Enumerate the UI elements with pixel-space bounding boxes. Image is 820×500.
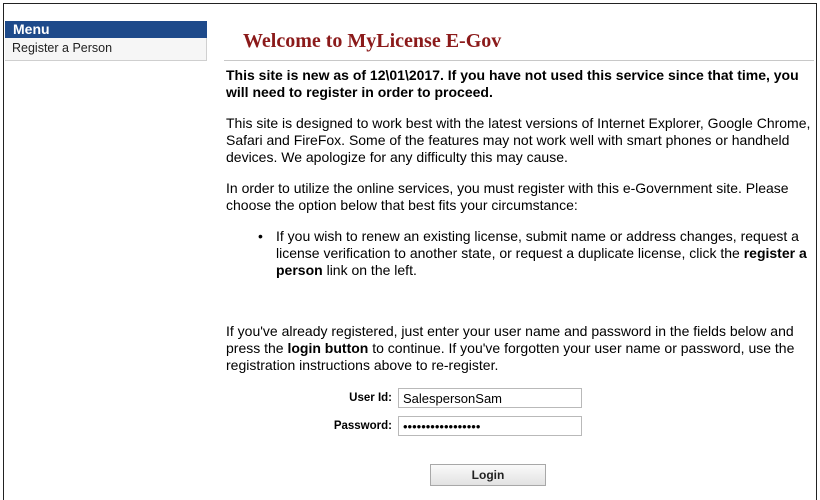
- bullet-text-after: link on the left.: [322, 262, 417, 278]
- user-id-input[interactable]: [398, 388, 582, 408]
- page-title: Welcome to MyLicense E-Gov: [224, 20, 814, 61]
- password-input[interactable]: [398, 416, 582, 436]
- login-intro: If you've already registered, just enter…: [226, 323, 814, 374]
- login-intro-bold: login button: [287, 340, 369, 356]
- browser-compatibility-note: This site is designed to work best with …: [226, 115, 811, 165]
- password-label: Password:: [333, 420, 392, 432]
- bullet-text-before: If you wish to renew an existing license…: [276, 228, 799, 261]
- menu-header: Menu: [5, 21, 207, 38]
- new-site-notice: This site is new as of 12\01\2017. If yo…: [226, 67, 799, 100]
- login-button[interactable]: Login: [430, 464, 546, 486]
- register-intro: In order to utilize the online services,…: [226, 180, 789, 213]
- sidebar-item-register-a-person[interactable]: Register a Person: [5, 38, 207, 61]
- main-content: Welcome to MyLicense E-Gov This site is …: [224, 20, 814, 486]
- list-item: • If you wish to renew an existing licens…: [256, 228, 814, 279]
- options-list: • If you wish to renew an existing licens…: [226, 228, 814, 279]
- content-body: This site is new as of 12\01\2017. If yo…: [224, 61, 814, 374]
- user-id-label: User Id:: [349, 392, 392, 404]
- bullet-icon: •: [258, 228, 263, 244]
- sidebar: Menu Register a Person: [5, 21, 207, 61]
